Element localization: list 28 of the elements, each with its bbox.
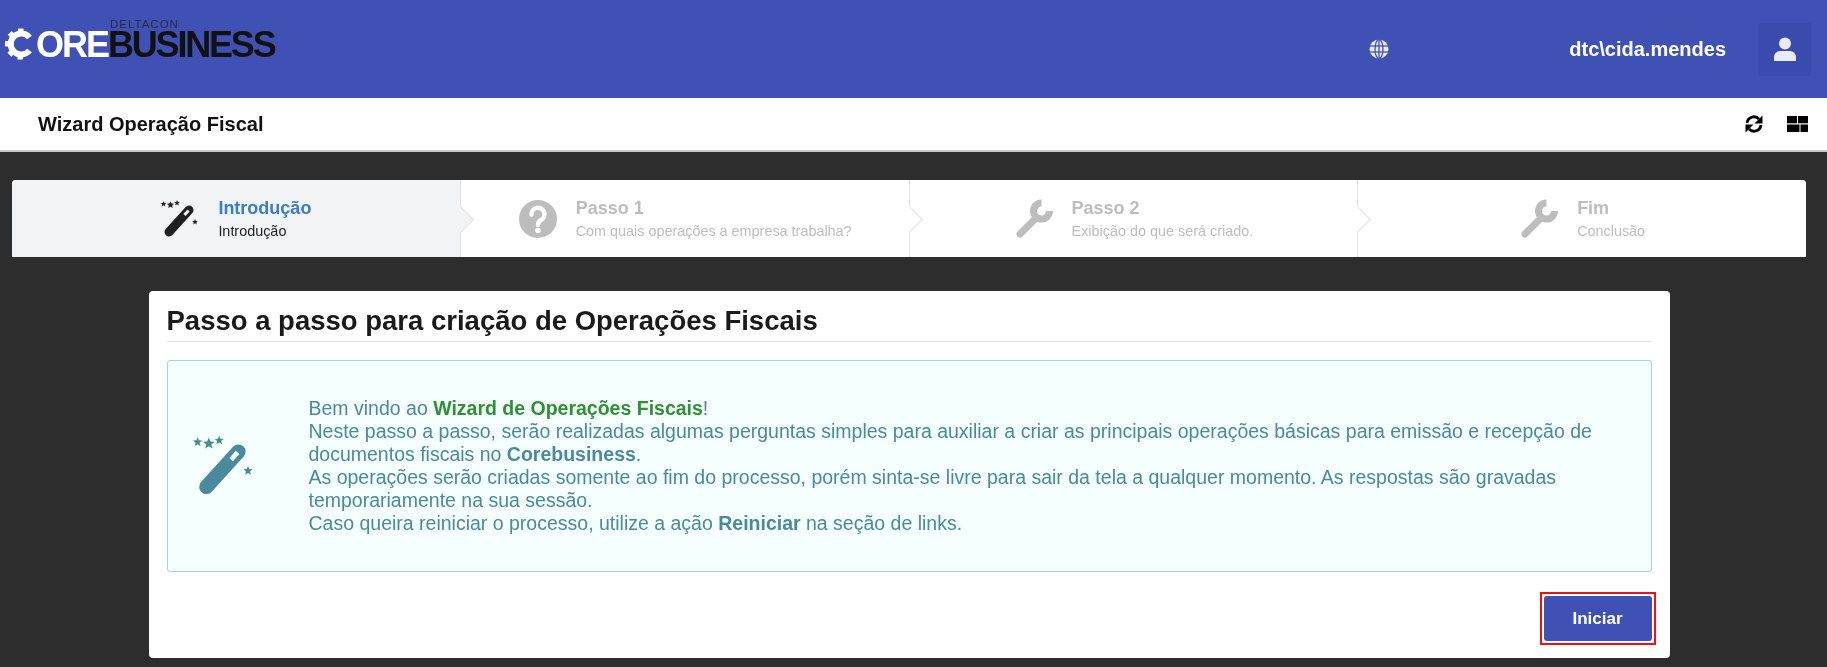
step-subtitle: Conclusão xyxy=(1577,223,1646,239)
message-text: As operações serão criadas somente ao fim do processo, porém sinta-se livre para sair da tela a qualquer momento. As respostas são gravadas temporariamente na sua sessão. xyxy=(308,466,1558,512)
refresh-icon[interactable] xyxy=(1744,114,1764,134)
step-title: Passo 1 xyxy=(575,198,645,219)
step-title: Passo 2 xyxy=(1071,198,1141,219)
message-text: Bem vindo ao Wizard de Operações Fiscais! xyxy=(308,397,710,420)
logo-text: BUSINESS xyxy=(108,30,275,60)
logo-text: ORE xyxy=(36,30,108,60)
gear-icon xyxy=(5,28,35,60)
message-text: Neste passo a passo, serão realizadas algumas perguntas simples para auxiliar a criar as principais operações básicas para emissão e recepção de documentos fiscais no Corebusiness. xyxy=(308,420,1593,466)
message-text: Caso queira reiniciar o processo, utilize a ação Reiniciar na seção de links. xyxy=(308,512,964,535)
wrench-icon xyxy=(1519,198,1560,239)
username-label: dtc\cida.mendes xyxy=(1569,37,1726,61)
page-title: Wizard Operação Fiscal xyxy=(38,112,265,136)
question-icon xyxy=(517,198,558,239)
globe-icon[interactable] xyxy=(1369,39,1390,59)
start-button[interactable]: Iniciar xyxy=(1543,596,1652,641)
step-title: Introdução xyxy=(218,198,312,219)
card-title: Passo a passo para criação de Operações Fiscais xyxy=(166,305,1652,342)
user-menu-button[interactable] xyxy=(1758,22,1811,76)
step-subtitle: Exibição do que será criado. xyxy=(1071,223,1254,239)
layout-grid-icon[interactable] xyxy=(1787,116,1808,132)
step-subtitle: Introdução xyxy=(218,223,288,239)
step-subtitle: Com quais operações a empresa trabalha? xyxy=(575,223,852,239)
user-icon xyxy=(1773,37,1796,61)
step-title: Fim xyxy=(1577,198,1611,219)
wrench-icon xyxy=(1013,198,1054,239)
logo-tagline: DELTACON xyxy=(110,18,180,30)
